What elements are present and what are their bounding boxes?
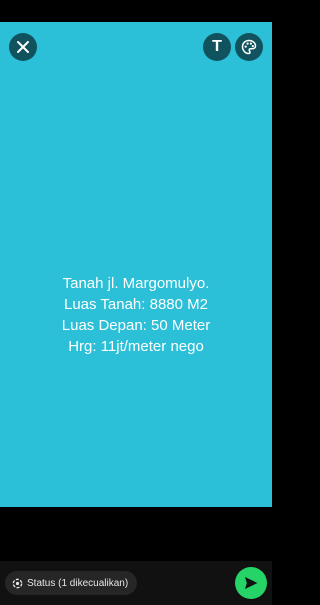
- palette-icon: [241, 39, 257, 55]
- system-status-bar: [0, 0, 272, 22]
- text-tool-button[interactable]: T: [203, 33, 231, 61]
- status-text-line: Luas Tanah: 8880 M2: [63, 296, 208, 313]
- status-text[interactable]: Tanah jl. Margomulyo. Luas Tanah: 8880 M…: [0, 273, 272, 357]
- color-palette-button[interactable]: [235, 33, 263, 61]
- status-audience-button[interactable]: Status (1 dikecualikan): [5, 571, 138, 595]
- status-canvas[interactable]: [0, 22, 272, 507]
- status-audience-label: Status (1 dikecualikan): [27, 577, 129, 589]
- privacy-icon: [12, 578, 23, 588]
- status-text-line: Hrg: 11jt/meter nego: [68, 338, 204, 355]
- close-icon: [17, 41, 29, 53]
- send-icon: [245, 577, 258, 589]
- status-text-line: Luas Depan: 50 Meter: [61, 317, 211, 334]
- text-tool-icon: T: [212, 38, 222, 55]
- send-button[interactable]: [235, 567, 267, 599]
- close-button[interactable]: [9, 33, 37, 61]
- status-composer-screen: T Tanah jl. Margomulyo. Luas Tanah: 8880…: [0, 0, 272, 605]
- status-text-line: Tanah jl. Margomulyo.: [62, 275, 210, 292]
